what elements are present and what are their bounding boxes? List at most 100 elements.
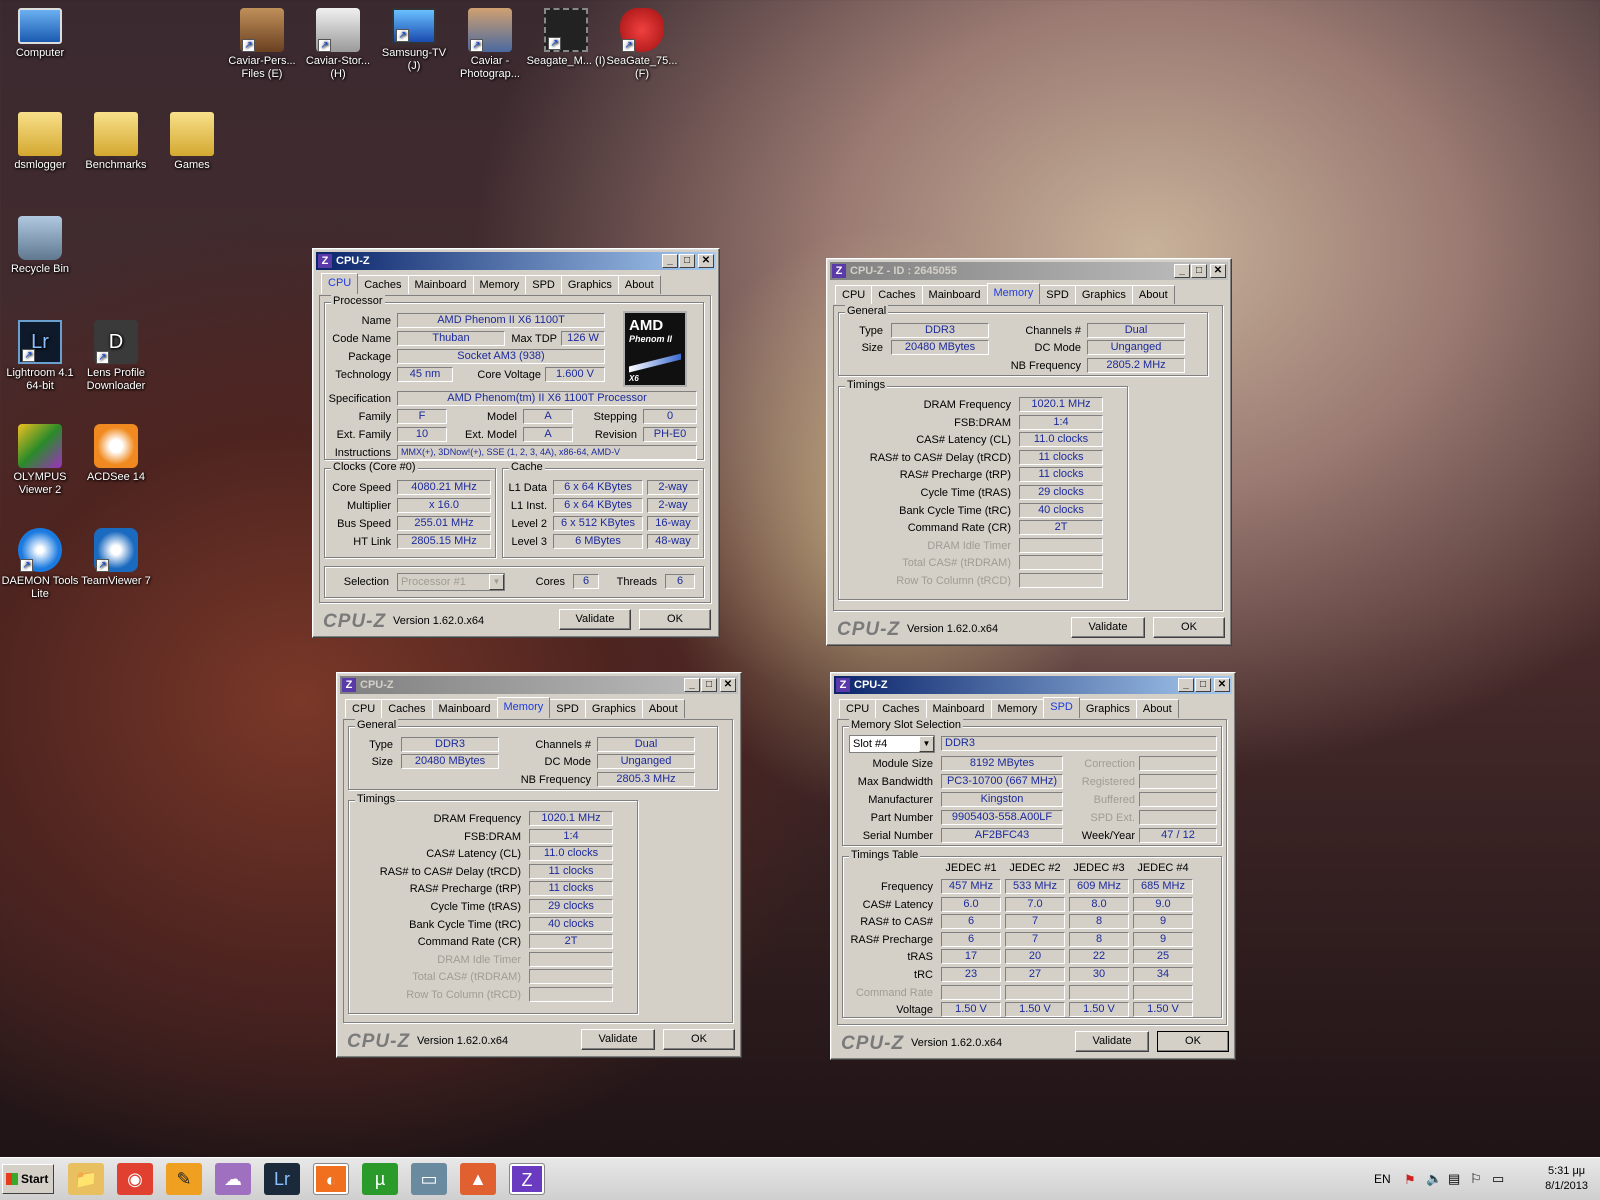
chevron-down-icon[interactable]: ▼ <box>919 736 934 752</box>
tab-spd[interactable]: SPD <box>1039 285 1076 304</box>
tab-about[interactable]: About <box>617 275 661 294</box>
window-titlebar[interactable]: Z CPU-Z _ □ ✕ <box>834 676 1232 694</box>
desktop-icon[interactable]: ↗ TeamViewer 7 <box>76 528 156 588</box>
desktop-icon[interactable]: Benchmarks <box>76 112 156 172</box>
close-button[interactable]: ✕ <box>1210 264 1226 278</box>
maximize-button[interactable]: □ <box>679 254 695 268</box>
firefox-icon[interactable]: ◐ <box>313 1163 349 1195</box>
utorrent-icon[interactable]: µ <box>362 1163 398 1195</box>
network-icon[interactable]: ▤ <box>1448 1171 1460 1187</box>
chrome-icon[interactable]: ◉ <box>117 1163 153 1195</box>
close-button[interactable]: ✕ <box>720 678 736 692</box>
tab-mainboard[interactable]: Mainboard <box>431 699 498 718</box>
lightroom-icon[interactable]: Lr <box>264 1163 300 1195</box>
tab-mainboard[interactable]: Mainboard <box>407 275 474 294</box>
chat-icon[interactable]: ☁ <box>215 1163 251 1195</box>
volume-icon[interactable]: 🔈 <box>1426 1171 1442 1187</box>
slot-select[interactable]: Slot #4 ▼ <box>849 735 935 753</box>
language-indicator[interactable]: EN <box>1374 1172 1391 1186</box>
tab-cpu[interactable]: CPU <box>835 285 873 304</box>
desktop-icon[interactable]: ACDSee 14 <box>76 424 156 484</box>
cpuz-window-memory[interactable]: Z CPU-Z - ID : 2645055 _ □ ✕ CPU Caches Ma… <box>826 258 1232 646</box>
tab-about[interactable]: About <box>641 699 685 718</box>
clock[interactable]: 5:31 μμ 8/1/2013 <box>1545 1164 1588 1194</box>
window-titlebar[interactable]: Z CPU-Z _ □ ✕ <box>316 252 716 270</box>
tab-memory[interactable]: Memory <box>496 697 551 718</box>
tab-cpu[interactable]: CPU <box>839 699 877 718</box>
tab-graphics[interactable]: Graphics <box>1078 699 1137 718</box>
cpuz-window-spd[interactable]: Z CPU-Z _ □ ✕ CPU Caches Mainboard Memory SP… <box>830 672 1236 1060</box>
chevron-down-icon[interactable]: ▼ <box>489 574 504 590</box>
desktop-icon[interactable]: Computer <box>0 8 80 60</box>
desktop-icon[interactable]: Games <box>152 112 232 172</box>
tab-graphics[interactable]: Graphics <box>584 699 643 718</box>
shortcut-arrow-icon: ↗ <box>622 39 635 52</box>
cpuz-icon[interactable]: Z <box>509 1163 545 1195</box>
desktop-icon[interactable]: ↗ Caviar-Stor... (H) <box>298 8 378 81</box>
validate-button[interactable]: Validate <box>559 609 631 630</box>
tab-caches[interactable]: Caches <box>871 285 923 304</box>
desktop-icon[interactable]: ↗ Caviar - Photograp... <box>450 8 530 81</box>
desktop-icon[interactable]: ↗ DAEMON Tools Lite <box>0 528 80 601</box>
ok-button[interactable]: OK <box>1153 617 1225 638</box>
desktop-icon[interactable]: ↗ Samsung-TV (J) <box>374 8 454 73</box>
desktop-icon[interactable]: OLYMPUS Viewer 2 <box>0 424 80 497</box>
tab-memory[interactable]: Memory <box>986 283 1041 304</box>
minimize-button[interactable]: _ <box>1178 678 1194 692</box>
desktop-icon[interactable]: ↗ SeaGate_75... (F) <box>602 8 682 81</box>
tab-cpu[interactable]: CPU <box>321 273 359 294</box>
windows-logo-icon <box>6 1173 18 1185</box>
tab-mainboard[interactable]: Mainboard <box>925 699 992 718</box>
cpuz-window-memory[interactable]: Z CPU-Z _ □ ✕ CPU Caches Mainboard Memory SP… <box>336 672 742 1058</box>
desktop-icon[interactable]: Lr ↗ Lightroom 4.1 64-bit <box>0 320 80 393</box>
cpuz-window-cpu[interactable]: Z CPU-Z _ □ ✕ CPU Caches Mainboard Memory SP… <box>312 248 720 638</box>
desktop-icon[interactable]: ↗ Caviar-Pers... Files (E) <box>222 8 302 81</box>
explorer-icon[interactable]: 📁 <box>68 1163 104 1195</box>
tab-about[interactable]: About <box>1135 699 1179 718</box>
dcmode-value: Unganged <box>1087 340 1185 355</box>
tab-memory[interactable]: Memory <box>990 699 1045 718</box>
tray-icon[interactable]: ▭ <box>1492 1171 1504 1187</box>
pen-icon[interactable]: ✎ <box>166 1163 202 1195</box>
minimize-button[interactable]: _ <box>1174 264 1190 278</box>
logo-text: X6 <box>629 374 639 383</box>
wintv-icon[interactable]: ▭ <box>411 1163 447 1195</box>
tab-graphics[interactable]: Graphics <box>560 275 619 294</box>
ok-button[interactable]: OK <box>639 609 711 630</box>
start-button[interactable]: Start <box>2 1164 54 1194</box>
close-button[interactable]: ✕ <box>1214 678 1230 692</box>
tab-spd[interactable]: SPD <box>1043 697 1080 718</box>
tab-caches[interactable]: Caches <box>381 699 433 718</box>
desktop-icon[interactable]: dsmlogger <box>0 112 80 172</box>
fire-icon[interactable]: ▲ <box>460 1163 496 1195</box>
maximize-button[interactable]: □ <box>1195 678 1211 692</box>
tab-spd[interactable]: SPD <box>549 699 586 718</box>
close-button[interactable]: ✕ <box>698 254 714 268</box>
desktop-icon[interactable]: D ↗ Lens Profile Downloader <box>76 320 156 393</box>
validate-button[interactable]: Validate <box>1071 617 1145 638</box>
processor-select[interactable]: Processor #1 ▼ <box>397 573 505 591</box>
ok-button[interactable]: OK <box>1157 1031 1229 1052</box>
minimize-button[interactable]: _ <box>684 678 700 692</box>
validate-button[interactable]: Validate <box>581 1029 655 1050</box>
tab-mainboard[interactable]: Mainboard <box>921 285 988 304</box>
tab-graphics[interactable]: Graphics <box>1074 285 1133 304</box>
maximize-button[interactable]: □ <box>701 678 717 692</box>
tab-caches[interactable]: Caches <box>875 699 927 718</box>
action-center-icon[interactable]: ⚐ <box>1470 1171 1482 1187</box>
validate-button[interactable]: Validate <box>1075 1031 1149 1052</box>
maximize-button[interactable]: □ <box>1191 264 1207 278</box>
desktop-icon[interactable]: Recycle Bin <box>0 216 80 276</box>
desktop-icon[interactable]: ↗ Seagate_M... (I) <box>526 8 606 68</box>
minimize-button[interactable]: _ <box>662 254 678 268</box>
window-titlebar[interactable]: Z CPU-Z - ID : 2645055 _ □ ✕ <box>830 262 1228 280</box>
window-titlebar[interactable]: Z CPU-Z _ □ ✕ <box>340 676 738 694</box>
tab-about[interactable]: About <box>1131 285 1175 304</box>
tab-spd[interactable]: SPD <box>525 275 562 294</box>
tab-cpu[interactable]: CPU <box>345 699 383 718</box>
tab-memory[interactable]: Memory <box>472 275 527 294</box>
ok-button[interactable]: OK <box>663 1029 735 1050</box>
window-title: CPU-Z <box>854 679 888 691</box>
tray-icon[interactable]: ⚑ <box>1404 1172 1416 1188</box>
tab-caches[interactable]: Caches <box>357 275 409 294</box>
